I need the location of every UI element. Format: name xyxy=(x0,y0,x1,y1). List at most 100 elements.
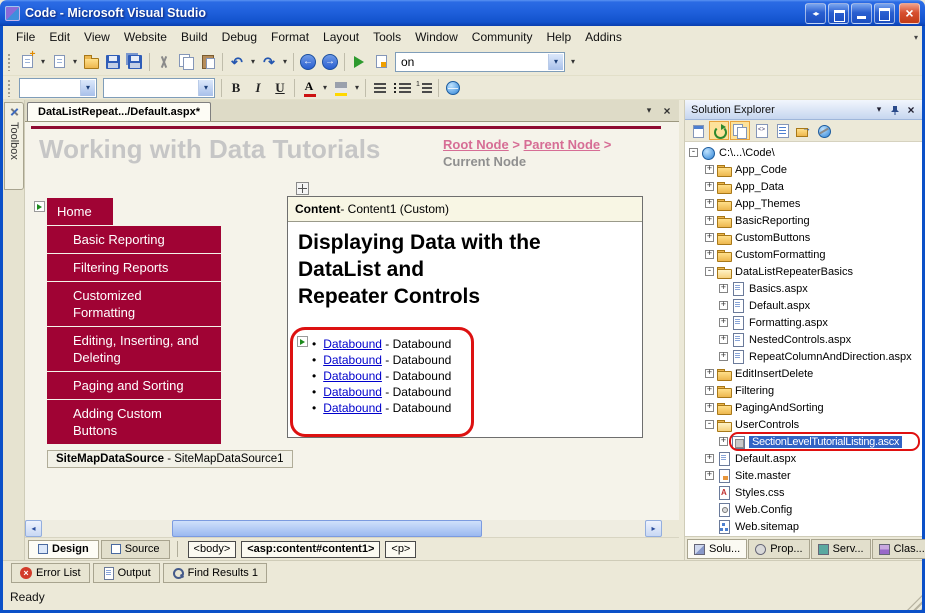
menu-layout[interactable]: Layout xyxy=(316,28,366,46)
titlebar[interactable]: Code - Microsoft Visual Studio ◂▸ × xyxy=(0,0,925,26)
solution-tree[interactable]: C:\...\Code\ App_Code App_Data App_Theme… xyxy=(685,142,922,536)
tree-item[interactable]: App_Code xyxy=(685,161,922,178)
tree-item[interactable]: Basics.aspx xyxy=(685,280,922,297)
tab-properties[interactable]: Prop... xyxy=(748,539,809,559)
nav-item-basic-reporting[interactable]: Basic Reporting xyxy=(47,226,221,253)
bold-icon[interactable]: B xyxy=(225,77,247,99)
tree-item[interactable]: Styles.css xyxy=(685,484,922,501)
expander-icon[interactable] xyxy=(705,267,714,276)
add-item-dropdown-icon[interactable]: ▾ xyxy=(70,57,80,66)
paste-icon[interactable] xyxy=(197,51,219,73)
menu-community[interactable]: Community xyxy=(465,28,540,46)
expander-icon[interactable] xyxy=(689,148,698,157)
navigate-backward-icon[interactable]: ← xyxy=(297,51,319,73)
tree-item[interactable]: Formatting.aspx xyxy=(685,314,922,331)
save-all-icon[interactable] xyxy=(124,51,146,73)
expander-icon[interactable] xyxy=(705,182,714,191)
minimize-icon[interactable] xyxy=(851,3,872,24)
menu-build[interactable]: Build xyxy=(174,28,215,46)
scrollbar-track[interactable] xyxy=(42,520,645,537)
nav-item-editing-inserting-deleting[interactable]: Editing, Inserting, and Deleting xyxy=(47,327,221,371)
databound-link[interactable]: Databound xyxy=(323,401,382,415)
toolbar-grip[interactable] xyxy=(7,53,12,71)
tree-item[interactable]: PagingAndSorting xyxy=(685,399,922,416)
menu-addins[interactable]: Addins xyxy=(578,28,629,46)
aspnet-configuration-icon[interactable] xyxy=(814,121,834,140)
smart-tag-icon[interactable] xyxy=(34,201,45,212)
databound-link[interactable]: Databound xyxy=(323,385,382,399)
tree-item[interactable]: NestedControls.aspx xyxy=(685,331,922,348)
expander-icon[interactable] xyxy=(719,301,728,310)
redo-dropdown-icon[interactable]: ▾ xyxy=(280,57,290,66)
toolbar-options-icon[interactable]: ▾ xyxy=(568,57,578,66)
expander-icon[interactable] xyxy=(719,335,728,344)
databound-link[interactable]: Databound xyxy=(323,337,382,351)
tree-item[interactable]: RepeatColumnAndDirection.aspx xyxy=(685,348,922,365)
tree-item[interactable]: Default.aspx xyxy=(685,297,922,314)
tree-item[interactable]: Default.aspx xyxy=(685,450,922,467)
expander-icon[interactable] xyxy=(705,165,714,174)
highlight-dropdown-icon[interactable]: ▾ xyxy=(352,83,362,92)
tree-item-website-root[interactable]: C:\...\Code\ xyxy=(685,144,922,161)
tree-item-selected[interactable]: SectionLevelTutorialListing.ascx xyxy=(685,433,922,450)
window-menu-icon[interactable]: ▾ xyxy=(871,102,887,117)
window-position-icon[interactable]: ◂▸ xyxy=(805,3,826,24)
save-icon[interactable] xyxy=(102,51,124,73)
numbering-icon[interactable] xyxy=(413,77,435,99)
expander-icon[interactable] xyxy=(705,233,714,242)
tree-item[interactable]: DataListRepeaterBasics xyxy=(685,263,922,280)
expander-icon[interactable] xyxy=(719,284,728,293)
tab-class-view[interactable]: Clas... xyxy=(872,539,925,559)
open-file-icon[interactable] xyxy=(80,51,102,73)
databound-link[interactable]: Databound xyxy=(323,353,382,367)
toolbar-combobox[interactable]: on ▾ xyxy=(395,52,565,72)
menu-window[interactable]: Window xyxy=(408,28,465,46)
design-view-tab[interactable]: Design xyxy=(28,540,99,559)
copy-icon[interactable] xyxy=(175,51,197,73)
redo-icon[interactable]: ↷ xyxy=(258,51,280,73)
tree-item[interactable]: BasicReporting xyxy=(685,212,922,229)
tree-item[interactable]: App_Themes xyxy=(685,195,922,212)
nav-item-filtering-reports[interactable]: Filtering Reports xyxy=(47,254,221,281)
menu-view[interactable]: View xyxy=(77,28,117,46)
navigate-forward-icon[interactable]: → xyxy=(319,51,341,73)
menu-help[interactable]: Help xyxy=(539,28,578,46)
window-dock-icon[interactable] xyxy=(828,3,849,24)
italic-icon[interactable]: I xyxy=(247,77,269,99)
font-color-dropdown-icon[interactable]: ▾ xyxy=(320,83,330,92)
bullets-icon[interactable] xyxy=(391,77,413,99)
resize-grip[interactable] xyxy=(907,595,922,610)
expander-icon[interactable] xyxy=(705,216,714,225)
expander-icon[interactable] xyxy=(719,437,728,446)
tree-item[interactable]: CustomButtons xyxy=(685,229,922,246)
move-handle-icon[interactable] xyxy=(296,182,309,195)
expander-icon[interactable] xyxy=(705,199,714,208)
toolbar-grip[interactable] xyxy=(7,79,12,97)
tab-server-explorer[interactable]: Serv... xyxy=(811,539,871,559)
scrollbar-thumb[interactable] xyxy=(172,520,482,537)
breadcrumb-parent-link[interactable]: Parent Node xyxy=(524,137,601,152)
document-tab[interactable]: DataListRepeat.../Default.aspx* xyxy=(27,102,211,121)
expander-icon[interactable] xyxy=(705,403,714,412)
refresh-icon[interactable] xyxy=(709,121,729,140)
expander-icon[interactable] xyxy=(705,420,714,429)
close-document-icon[interactable]: × xyxy=(659,103,675,118)
start-debugging-icon[interactable] xyxy=(348,51,370,73)
tree-item[interactable]: Site.master xyxy=(685,467,922,484)
expander-icon[interactable] xyxy=(705,386,714,395)
source-view-tab[interactable]: Source xyxy=(101,540,170,559)
menu-edit[interactable]: Edit xyxy=(42,28,77,46)
pin-icon[interactable] xyxy=(887,102,903,117)
toolbox-tab[interactable]: Toolbox xyxy=(4,102,24,190)
expander-icon[interactable] xyxy=(705,250,714,259)
tab-solution-explorer[interactable]: Solu... xyxy=(687,539,747,559)
menu-format[interactable]: Format xyxy=(264,28,316,46)
tab-error-list[interactable]: Error List xyxy=(11,563,90,583)
solution-explorer-header[interactable]: Solution Explorer ▾ × xyxy=(685,100,922,120)
tab-find-results[interactable]: Find Results 1 xyxy=(163,563,267,583)
view-code-icon[interactable] xyxy=(751,121,771,140)
underline-icon[interactable]: U xyxy=(269,77,291,99)
breadcrumb-root-link[interactable]: Root Node xyxy=(443,137,509,152)
combo-dropdown-icon[interactable]: ▾ xyxy=(198,80,213,96)
nav-item-customized-formatting[interactable]: Customized Formatting xyxy=(47,282,221,326)
